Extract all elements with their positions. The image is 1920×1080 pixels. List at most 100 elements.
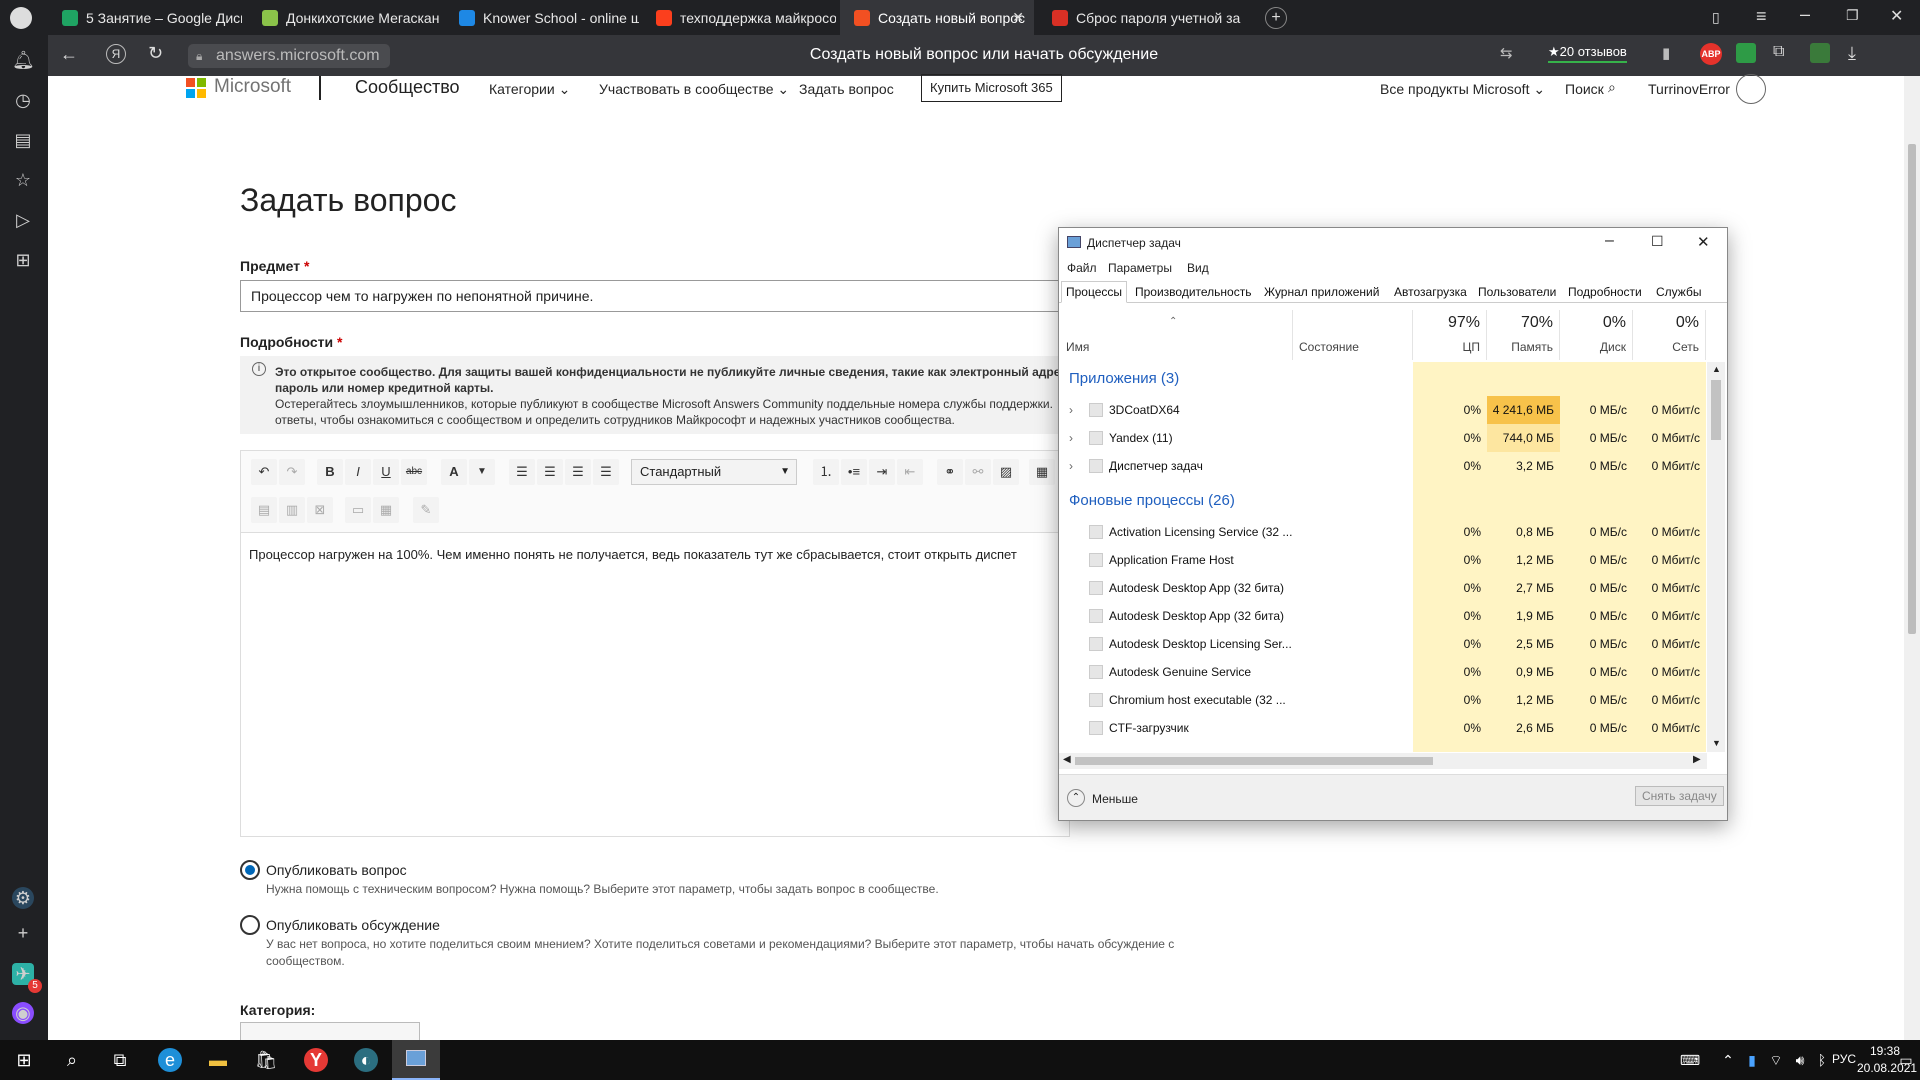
table-icon[interactable]: ▦ [1029,459,1055,485]
col-disk[interactable]: 0% Диск [1560,310,1633,360]
close-window-icon[interactable]: ✕ [1890,6,1903,26]
publish-discussion-radio[interactable] [240,915,260,935]
nav-categories[interactable]: Категории ⌄ [489,81,570,98]
insert-row-icon[interactable]: ▤ [251,497,277,523]
scroll-right-icon[interactable]: ▶ [1693,754,1701,765]
tab-close-icon[interactable]: ✕ [1012,9,1024,26]
indent-icon[interactable]: ⇥ [869,459,895,485]
notifications-icon[interactable]: ▭ [1894,1048,1918,1072]
insert-col-icon[interactable]: ▥ [279,497,305,523]
store-icon[interactable]: 🛍︎ [254,1048,278,1072]
end-task-button[interactable]: Снять задачу [1635,786,1724,806]
table-props-icon[interactable]: ▦ [373,497,399,523]
buy-m365-button[interactable]: Купить Microsoft 365 [921,74,1062,102]
editor-body[interactable]: Процессор нагружен на 100%. Чем именно п… [240,532,1070,837]
process-row[interactable]: Autodesk Desktop App (32 бита) 0% 2,7 МБ 0 … [1059,574,1707,602]
tm-tab-users[interactable]: Пользователи [1478,285,1556,299]
process-row[interactable]: Chromium host executable (32 ... 0% 1,2 МБ… [1059,686,1707,714]
link-icon[interactable]: ⚭ [937,459,963,485]
menu-icon[interactable]: ≡ [1756,6,1767,27]
tm-tab-startup[interactable]: Автозагрузка [1394,285,1467,299]
align-center-icon[interactable]: ☰ [537,459,563,485]
unlink-icon[interactable]: ⚯ [965,459,991,485]
process-row[interactable]: Activation Licensing Service (32 ... 0% 0,… [1059,518,1707,546]
abp-icon[interactable]: ABP [1700,43,1722,65]
search-taskbar-icon[interactable]: ⌕ [60,1048,84,1072]
steam-icon[interactable]: ⚙ [12,887,34,909]
scroll-down-icon[interactable]: ▼ [1712,738,1721,748]
col-mem[interactable]: 70% Память [1487,310,1560,360]
process-row[interactable]: Autodesk Desktop Licensing Ser... 0% 2,5 М… [1059,630,1707,658]
extension-icon[interactable] [1736,43,1756,63]
group-apps[interactable]: Приложения (3) [1069,370,1179,387]
language-indicator[interactable]: РУС [1832,1052,1856,1066]
browser-tab[interactable]: Донкихотские Мегаскан [248,0,442,35]
all-products-link[interactable]: Все продукты Microsoft ⌄ [1380,81,1545,98]
tm-tab-details[interactable]: Подробности [1568,285,1642,299]
bluetooth-icon[interactable]: ᛒ [1810,1048,1834,1072]
bullet-list-icon[interactable]: •≡ [841,459,867,485]
network-icon[interactable]: ⌔ [1764,1048,1788,1072]
avatar[interactable] [1736,74,1766,104]
microsoft-logo-icon[interactable] [186,78,206,98]
scroll-up-icon[interactable]: ▲ [1712,364,1721,374]
process-row[interactable]: › 3DCoatDX64 0% 4 241,6 МБ 0 МБ/с 0 Мбит/с [1059,396,1707,424]
redo-icon[interactable]: ↷ [279,459,305,485]
image-icon[interactable]: ▨ [993,459,1019,485]
extension2-icon[interactable] [1810,43,1830,63]
underline-icon[interactable]: U [373,459,399,485]
numbered-list-icon[interactable]: ⒈ [813,459,839,485]
add-icon[interactable]: + [12,922,34,944]
page-scrollbar[interactable] [1904,76,1920,1040]
nav-ask[interactable]: Задать вопрос [799,81,894,97]
nav-participate[interactable]: Участвовать в сообществе ⌄ [599,81,789,98]
page-scrollbar-thumb[interactable] [1908,144,1916,634]
tm-maximize-icon[interactable]: ☐ [1651,233,1664,250]
tm-tab-app-history[interactable]: Журнал приложений [1264,285,1379,299]
less-details-link[interactable]: Меньше [1092,792,1138,806]
col-net[interactable]: 0% Сеть [1633,310,1706,360]
process-row[interactable]: CTF-загрузчик 0% 2,6 МБ 0 МБ/с 0 Мбит/с [1059,714,1707,742]
browser-tab[interactable]: техподдержка майкрософ [642,0,836,35]
tm-close-icon[interactable]: ✕ [1697,233,1710,251]
tm-tab-performance[interactable]: Производительность [1135,285,1251,299]
subject-input[interactable]: Процессор чем то нагружен по непонятной … [240,280,1070,312]
tm-hscroll-thumb[interactable] [1075,757,1433,765]
tm-minimize-icon[interactable]: – [1605,232,1614,250]
new-tab-button[interactable]: + [1265,7,1287,29]
merge-cells-icon[interactable]: ▭ [345,497,371,523]
process-row[interactable]: Autodesk Genuine Service 0% 0,9 МБ 0 МБ/с 0 … [1059,658,1707,686]
tray-chevron-icon[interactable]: ⌃ [1716,1048,1740,1072]
search-link[interactable]: Поиск [1565,81,1604,97]
outdent-icon[interactable]: ⇤ [897,459,923,485]
tm-menu-file[interactable]: Файл [1067,261,1097,275]
align-right-icon[interactable]: ☰ [565,459,591,485]
browser-tab[interactable]: Создать новый вопрос ✕ [840,0,1034,35]
col-status[interactable]: Состояние [1293,310,1413,360]
tm-tab-processes[interactable]: Процессы [1061,281,1128,303]
expand-chevron-icon[interactable]: › [1069,459,1073,473]
tm-titlebar[interactable]: Диспетчер задач – ☐ ✕ [1059,228,1727,258]
bookmark-icon[interactable]: ▮ [1662,44,1670,62]
font-color-dropdown-icon[interactable]: ▼ [469,459,495,485]
clear-format-icon[interactable]: ✎ [413,497,439,523]
edge-icon[interactable]: e [158,1048,182,1072]
tm-vscroll-thumb[interactable] [1711,380,1721,440]
yandex-logo-icon[interactable] [10,7,32,29]
process-row[interactable]: Autodesk Desktop App (32 бита) 0% 1,9 МБ 0 … [1059,602,1707,630]
community-link[interactable]: Сообщество [355,77,460,98]
category-select[interactable] [240,1022,420,1040]
col-cpu[interactable]: 97% ЦП [1413,310,1487,360]
user-name[interactable]: TurrinovError [1648,81,1730,97]
play-icon[interactable]: ▷ [12,209,34,231]
paragraph-style-select[interactable]: Стандартный ▼ [631,459,797,485]
collections-icon[interactable]: ▤ [12,129,34,151]
windows-start-icon[interactable]: ⊞ [12,1048,36,1072]
expand-chevron-icon[interactable]: › [1069,431,1073,445]
apps-grid-icon[interactable]: ⊞ [12,249,34,271]
publish-question-label[interactable]: Опубликовать вопрос [266,862,407,878]
extensions-puzzle-icon[interactable]: ⧉ [1773,43,1784,61]
process-row[interactable]: › Диспетчер задач 0% 3,2 МБ 0 МБ/с 0 Мбит/с [1059,452,1707,480]
reviews-badge[interactable]: ★20 отзывов [1548,44,1627,63]
browser-tab[interactable]: 5 Занятие – Google Диск [48,0,242,35]
